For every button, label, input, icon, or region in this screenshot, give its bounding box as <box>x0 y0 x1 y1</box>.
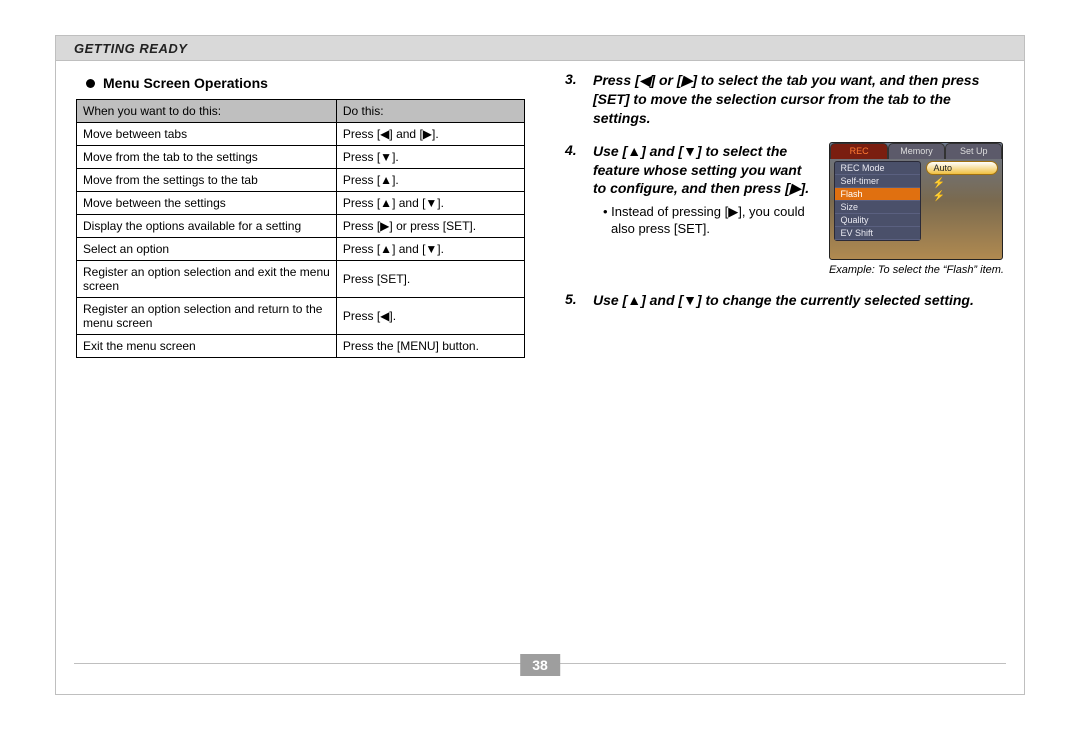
table-row: Move between the settingsPress [▲] and [… <box>77 192 525 215</box>
page-number: 38 <box>520 654 560 676</box>
menu-item: Quality <box>835 214 920 227</box>
step-text: Use [▲] and [▼] to change the currently … <box>593 291 974 310</box>
step-number: 5. <box>565 291 583 310</box>
menu-item: REC Mode <box>835 162 920 175</box>
menu-item-selected: Flash <box>835 188 920 201</box>
subheader: Menu Screen Operations <box>86 75 525 91</box>
step-4: 4. Use [▲] and [▼] to select the feature… <box>565 142 1004 277</box>
flash-icon: ⚡ <box>926 177 998 190</box>
camera-option-auto: Auto <box>926 161 998 175</box>
operations-table: When you want to do this: Do this: Move … <box>76 99 525 358</box>
table-row: Display the options available for a sett… <box>77 215 525 238</box>
subheader-text: Menu Screen Operations <box>103 75 268 91</box>
content-area: Menu Screen Operations When you want to … <box>56 61 1024 358</box>
camera-tab-setup: Set Up <box>945 143 1002 159</box>
section-header: GETTING READY <box>56 36 1024 61</box>
table-row: Exit the menu screenPress the [MENU] but… <box>77 335 525 358</box>
bullet-icon <box>86 79 95 88</box>
step-number: 3. <box>565 71 583 128</box>
menu-item: Size <box>835 201 920 214</box>
menu-item: EV Shift <box>835 227 920 240</box>
flash-icon: ⚡ <box>926 190 998 203</box>
camera-options: Auto ⚡ ⚡ <box>926 161 998 203</box>
camera-tab-rec: REC <box>830 143 887 159</box>
table-row: Move between tabsPress [◀] and [▶]. <box>77 123 525 146</box>
table-row: Select an optionPress [▲] and [▼]. <box>77 238 525 261</box>
camera-screen: REC Memory Set Up REC Mode Self-timer Fl… <box>829 142 1003 260</box>
table-header-row: When you want to do this: Do this: <box>77 100 525 123</box>
step-3: 3. Press [◀] or [▶] to select the tab yo… <box>565 71 1004 128</box>
camera-tab-memory: Memory <box>888 143 945 159</box>
table-row: Move from the settings to the tabPress [… <box>77 169 525 192</box>
step-5: 5. Use [▲] and [▼] to change the current… <box>565 291 1004 310</box>
camera-tabs: REC Memory Set Up <box>830 143 1002 159</box>
left-column: Menu Screen Operations When you want to … <box>76 71 525 358</box>
table-row: Move from the tab to the settingsPress [… <box>77 146 525 169</box>
camera-menu: REC Mode Self-timer Flash Size Quality E… <box>834 161 921 241</box>
step-text: Use [▲] and [▼] to select the feature wh… <box>593 143 809 197</box>
menu-item: Self-timer <box>835 175 920 188</box>
table-row: Register an option selection and return … <box>77 298 525 335</box>
steps-list: 3. Press [◀] or [▶] to select the tab yo… <box>565 71 1004 310</box>
right-column: 3. Press [◀] or [▶] to select the tab yo… <box>565 71 1004 358</box>
manual-page: GETTING READY Menu Screen Operations Whe… <box>55 35 1025 695</box>
step-text: Press [◀] or [▶] to select the tab you w… <box>593 71 1004 128</box>
table-row: Register an option selection and exit th… <box>77 261 525 298</box>
step-note: • Instead of pressing [▶], you could als… <box>603 204 815 238</box>
step-number: 4. <box>565 142 583 277</box>
table-header-b: Do this: <box>336 100 524 123</box>
camera-caption: Example: To select the “Flash” item. <box>829 264 1004 277</box>
table-header-a: When you want to do this: <box>77 100 337 123</box>
camera-example: REC Memory Set Up REC Mode Self-timer Fl… <box>829 142 1004 277</box>
